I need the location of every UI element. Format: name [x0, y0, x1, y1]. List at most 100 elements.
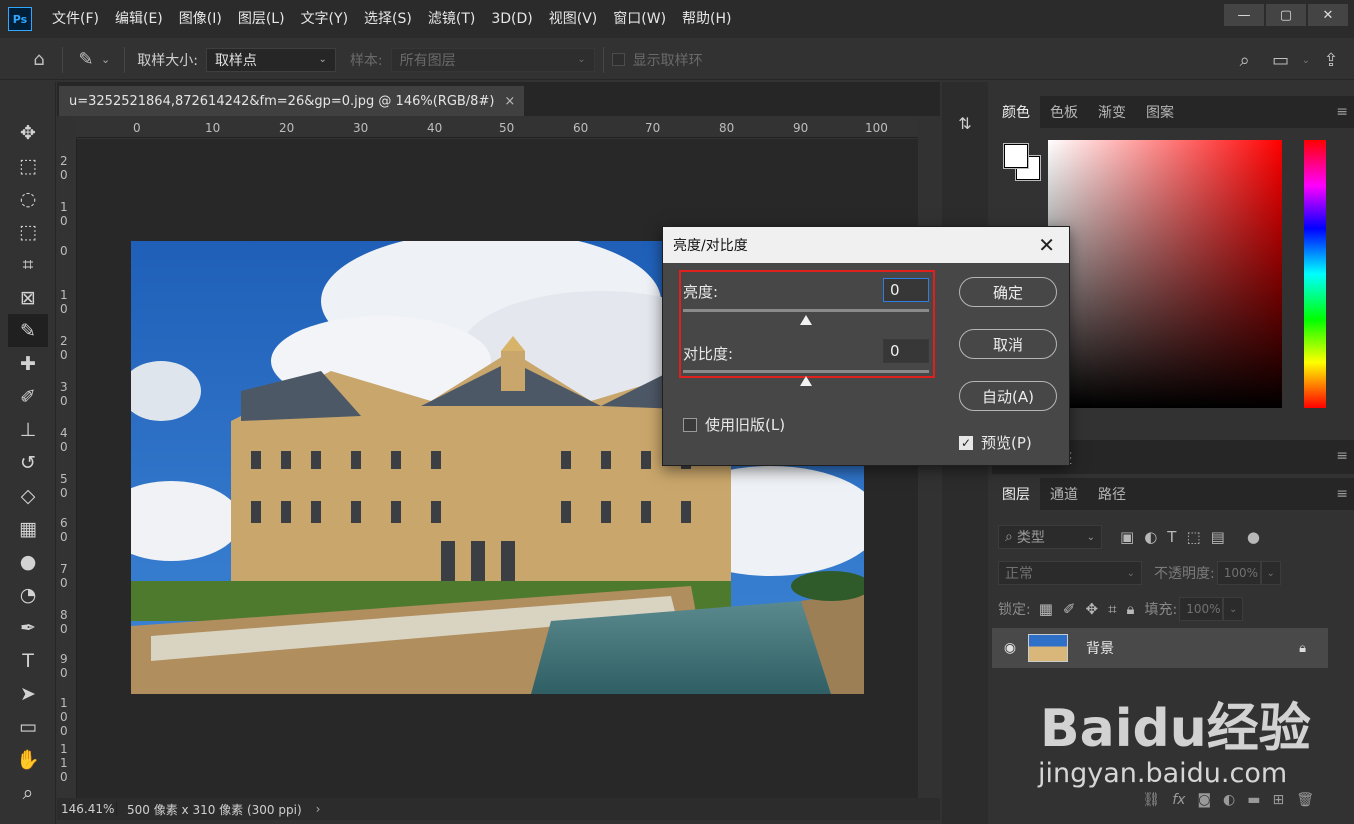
menu-window[interactable]: 窗口(W): [605, 0, 674, 38]
lock-artboard-icon[interactable]: ⌗: [1108, 600, 1116, 618]
eye-icon[interactable]: ◉: [992, 640, 1028, 656]
path-select-tool-icon[interactable]: ➤: [8, 677, 48, 710]
eraser-tool-icon[interactable]: ◇: [8, 479, 48, 512]
lock-position-icon[interactable]: ✥: [1085, 600, 1098, 618]
eyedropper-preset-icon[interactable]: ✎: [71, 45, 101, 75]
lock-transparent-icon[interactable]: ▦: [1039, 600, 1053, 618]
opacity-field[interactable]: 100%: [1216, 561, 1261, 585]
auto-button[interactable]: 自动(A): [959, 381, 1057, 411]
minimize-button[interactable]: —: [1224, 4, 1264, 26]
hand-tool-icon[interactable]: ✋: [8, 743, 48, 776]
menu-edit[interactable]: 编辑(E): [107, 0, 171, 38]
sample-size-select[interactable]: 取样点 ⌄: [205, 47, 336, 72]
menu-3d[interactable]: 3D(D): [483, 0, 540, 38]
rectangle-tool-icon[interactable]: ▭: [8, 710, 48, 743]
tab-paths[interactable]: 路径: [1088, 478, 1136, 510]
shape-filter-icon[interactable]: ⬚: [1186, 528, 1200, 546]
ok-button[interactable]: 确定: [959, 277, 1057, 307]
blend-mode-select[interactable]: 正常 ⌄: [998, 561, 1142, 585]
menu-filter[interactable]: 滤镜(T): [420, 0, 483, 38]
type-tool-icon[interactable]: T: [8, 644, 48, 677]
adjustment-filter-icon[interactable]: ◐: [1144, 528, 1157, 546]
contrast-input[interactable]: 0: [883, 339, 929, 363]
layer-row[interactable]: ◉ 背景 🔒︎: [992, 628, 1328, 668]
stamp-tool-icon[interactable]: ⊥: [8, 413, 48, 446]
brightness-slider-track[interactable]: [683, 309, 929, 312]
share-icon[interactable]: ⇪: [1316, 45, 1346, 75]
panel-menu-icon[interactable]: ≡: [1336, 448, 1348, 464]
tab-layers[interactable]: 图层: [992, 478, 1040, 510]
healing-brush-tool-icon[interactable]: ✚: [8, 347, 48, 380]
object-select-tool-icon[interactable]: ⬚: [8, 215, 48, 248]
history-brush-tool-icon[interactable]: ↺: [8, 446, 48, 479]
chevron-down-icon[interactable]: ⌄: [101, 53, 110, 66]
brush-tool-icon[interactable]: ✐: [8, 380, 48, 413]
history-panel-icon[interactable]: ⇅: [950, 110, 980, 136]
menu-view[interactable]: 视图(V): [541, 0, 606, 38]
blur-tool-icon[interactable]: ●: [8, 545, 48, 578]
panel-menu-icon[interactable]: ≡: [1336, 104, 1348, 120]
foreground-color-swatch[interactable]: [1003, 143, 1029, 169]
link-icon[interactable]: ⛓: [1142, 792, 1160, 814]
search-icon[interactable]: ⌕: [1230, 45, 1260, 75]
lock-all-icon[interactable]: 🔒︎: [1127, 600, 1135, 618]
tab-patterns[interactable]: 图案: [1136, 96, 1184, 128]
tab-gradients[interactable]: 渐变: [1088, 96, 1136, 128]
panel-menu-icon[interactable]: ≡: [1336, 486, 1348, 502]
mask-icon[interactable]: ◙: [1197, 792, 1211, 814]
gradient-tool-icon[interactable]: ▦: [8, 512, 48, 545]
home-icon[interactable]: ⌂: [24, 45, 54, 75]
pixel-filter-icon[interactable]: ▣: [1120, 528, 1134, 546]
menu-type[interactable]: 文字(Y): [293, 0, 356, 38]
zoom-tool-icon[interactable]: ⌕: [8, 776, 48, 809]
move-tool-icon[interactable]: ✥: [8, 116, 48, 149]
eyedropper-tool-icon[interactable]: ✎: [8, 314, 48, 347]
marquee-tool-icon[interactable]: ⬚: [8, 149, 48, 182]
fx-icon[interactable]: fx: [1172, 792, 1185, 814]
close-window-button[interactable]: ✕: [1308, 4, 1348, 26]
fill-field[interactable]: 100%: [1179, 597, 1224, 621]
tab-swatches[interactable]: 色板: [1040, 96, 1088, 128]
document-tab[interactable]: u=3252521864,872614242&fm=26&gp=0.jpg @ …: [59, 86, 524, 116]
close-icon[interactable]: ✕: [1038, 233, 1055, 257]
chevron-down-icon[interactable]: ⌄: [1260, 561, 1281, 585]
brightness-input[interactable]: 0: [883, 278, 929, 302]
contrast-slider-track[interactable]: [683, 370, 929, 373]
frame-tool-icon[interactable]: ⊠: [8, 281, 48, 314]
dialog-titlebar[interactable]: 亮度/对比度: [663, 227, 1069, 263]
layer-filter-select[interactable]: ⌕ 类型 ⌄: [998, 525, 1102, 549]
pen-tool-icon[interactable]: ✒: [8, 611, 48, 644]
close-icon[interactable]: ×: [504, 94, 515, 109]
tab-color[interactable]: 颜色: [992, 96, 1040, 128]
color-picker-field[interactable]: [1048, 140, 1282, 408]
menu-select[interactable]: 选择(S): [356, 0, 420, 38]
lock-icon[interactable]: 🔒︎: [1299, 641, 1306, 656]
legacy-label[interactable]: 使用旧版(L): [705, 414, 785, 435]
contrast-slider-thumb[interactable]: [800, 376, 812, 386]
menu-file[interactable]: 文件(F): [44, 0, 107, 38]
menu-help[interactable]: 帮助(H): [674, 0, 739, 38]
lock-pixels-icon[interactable]: ✐: [1063, 600, 1076, 618]
filter-toggle-icon[interactable]: ●: [1247, 528, 1260, 546]
zoom-level[interactable]: 146.41%: [57, 802, 117, 816]
sample-select[interactable]: 所有图层 ⌄: [390, 47, 595, 72]
new-layer-icon[interactable]: ⊞: [1272, 792, 1284, 814]
tab-channels[interactable]: 通道: [1040, 478, 1088, 510]
brightness-slider-thumb[interactable]: [800, 315, 812, 325]
preview-label[interactable]: 预览(P): [981, 432, 1032, 453]
chevron-right-icon[interactable]: ›: [316, 802, 321, 816]
cancel-button[interactable]: 取消: [959, 329, 1057, 359]
crop-tool-icon[interactable]: ⌗: [8, 248, 48, 281]
adjustment-layer-icon[interactable]: ◐: [1223, 792, 1235, 814]
chevron-down-icon[interactable]: ⌄: [1223, 597, 1244, 621]
smart-object-filter-icon[interactable]: ▤: [1211, 528, 1225, 546]
hue-slider[interactable]: [1304, 140, 1326, 408]
folder-icon[interactable]: ▬: [1247, 792, 1260, 814]
workspace-icon[interactable]: ▭: [1266, 45, 1296, 75]
trash-icon[interactable]: 🗑︎: [1296, 792, 1314, 814]
maximize-button[interactable]: ▢: [1266, 4, 1306, 26]
lasso-tool-icon[interactable]: ◌: [8, 182, 48, 215]
menu-layer[interactable]: 图层(L): [230, 0, 293, 38]
menu-image[interactable]: 图像(I): [171, 0, 230, 38]
dodge-tool-icon[interactable]: ◔: [8, 578, 48, 611]
